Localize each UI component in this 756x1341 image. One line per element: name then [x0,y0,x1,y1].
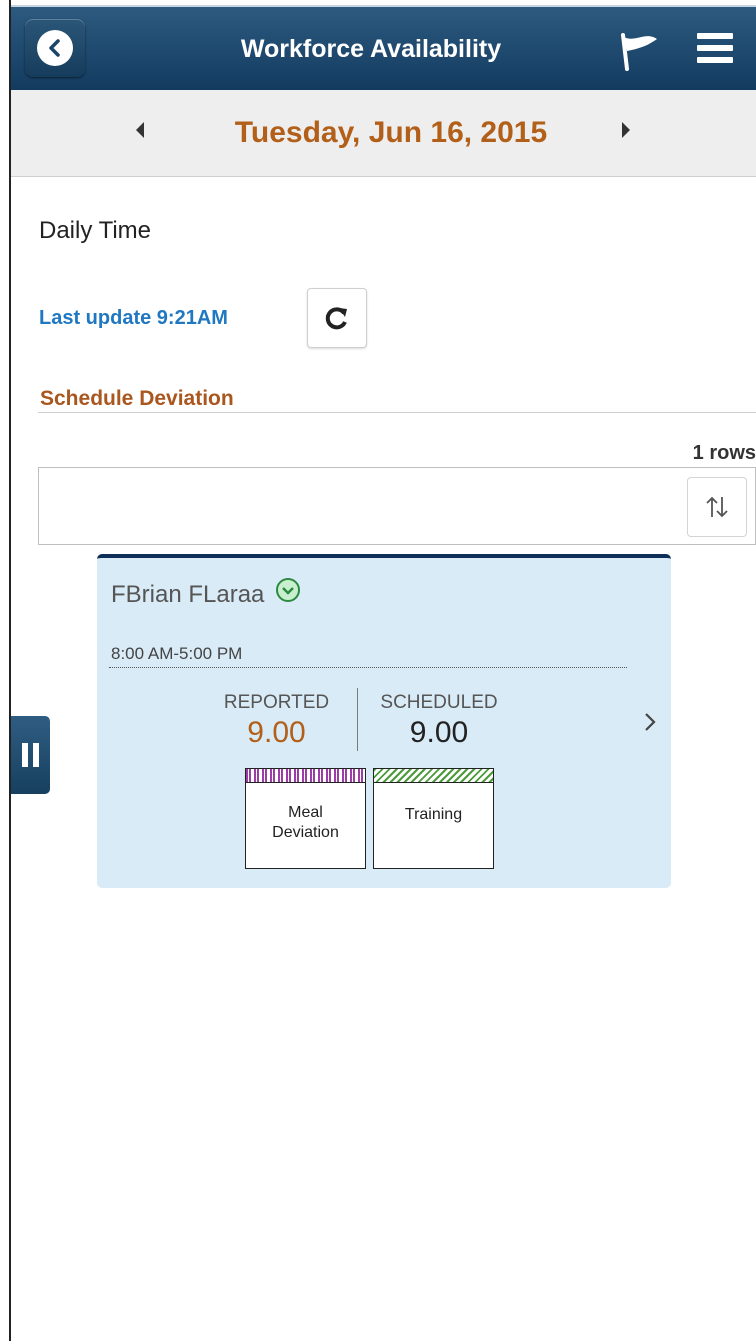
divider [109,667,627,668]
related-actions-icon[interactable] [275,577,301,610]
reported-value: 9.00 [247,716,306,749]
meal-deviation-tile[interactable]: Meal Deviation [245,768,366,869]
window-edge [0,0,11,1341]
sort-button[interactable] [687,477,747,537]
pause-icon [22,743,28,767]
tile-label: Meal [288,804,323,821]
current-date: Tuesday, Jun 16, 2015 [234,116,548,149]
tile-label: Training [404,806,463,823]
grid-toolbar [38,467,756,545]
sort-icon [706,496,728,518]
tile-label: Deviation [272,824,339,841]
back-button[interactable] [25,19,85,77]
reported-label: REPORTED [223,692,330,713]
header-bar: Workforce Availability [11,5,756,92]
chevron-left-icon [37,30,73,66]
refresh-icon [325,307,347,330]
group-title: Schedule Deviation [40,387,234,410]
training-tile[interactable]: Training [373,768,494,869]
divider [38,412,756,413]
scheduled-label: SCHEDULED [380,692,498,713]
row-count: 1 rows [692,442,756,464]
section-title: Daily Time [39,217,152,244]
refresh-button[interactable] [307,288,367,348]
shift-time: 8:00 AM-5:00 PM [111,644,243,663]
hamburger-menu-icon[interactable] [697,33,733,69]
last-update-link[interactable]: Last update 9:21AM [39,307,228,330]
pause-handle-button[interactable] [11,716,50,794]
date-navigation: Tuesday, Jun 16, 2015 [11,90,756,177]
app-container: Workforce Availability Tuesday, Jun 16, … [11,5,756,1341]
tile-pattern [374,769,493,783]
tile-pattern [246,769,365,783]
page-title: Workforce Availability [240,35,502,63]
divider [357,688,358,751]
flag-icon[interactable] [617,29,661,78]
scheduled-value: 9.00 [409,716,469,749]
employee-name[interactable]: FBrian FLaraa [111,577,301,612]
caret-right-icon[interactable] [619,121,633,144]
employee-card[interactable]: FBrian FLaraa 8:00 AM-5:00 PM REPORTED 9… [97,554,671,888]
chevron-right-icon[interactable] [643,710,657,739]
caret-left-icon[interactable] [133,121,147,144]
